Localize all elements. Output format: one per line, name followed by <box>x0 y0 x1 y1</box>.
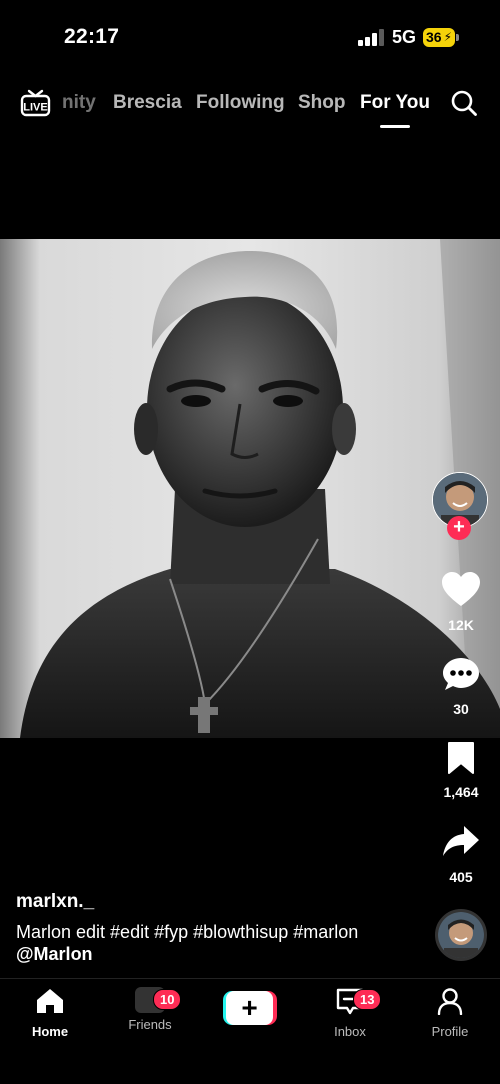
video-frame-image <box>0 239 500 738</box>
video-player[interactable] <box>0 239 500 738</box>
creator-username[interactable]: marlxn._ <box>16 891 94 913</box>
nav-profile[interactable]: Profile <box>410 987 490 1039</box>
nav-home[interactable]: Home <box>10 987 90 1039</box>
create-button[interactable]: + <box>223 991 277 1025</box>
network-type: 5G <box>392 27 417 47</box>
plus-icon: + <box>226 991 273 1025</box>
hashtag-marlon[interactable]: #marlon <box>293 922 358 942</box>
friends-badge: 10 <box>153 989 182 1010</box>
like-count: 12K <box>448 617 474 633</box>
like-button[interactable]: 12K <box>432 572 490 633</box>
status-bar: 22:17 5G 36 ⚡ <box>0 0 500 70</box>
cellular-signal-icon <box>358 29 384 46</box>
nav-inbox-label: Inbox <box>334 1024 366 1039</box>
nav-friends-label: Friends <box>128 1017 172 1032</box>
charging-bolt-icon: ⚡ <box>443 30 452 44</box>
heart-icon <box>442 572 480 606</box>
comment-count: 30 <box>453 701 469 717</box>
battery-icon: 36 ⚡ <box>423 28 455 47</box>
bookmark-button[interactable]: 1,464 <box>432 741 490 800</box>
tab-brescia[interactable]: Brescia <box>113 92 182 114</box>
nav-home-label: Home <box>31 1024 69 1039</box>
caption-text: Marlon edit <box>16 922 111 942</box>
bottom-navigation: Home Friends 10 + Inbox 13 Profile <box>0 978 500 1084</box>
share-arrow-icon <box>443 826 479 856</box>
share-button[interactable]: 405 <box>432 824 490 885</box>
tab-for-you[interactable]: For You <box>360 92 430 114</box>
status-time: 22:17 <box>64 25 120 48</box>
tiktok-feed-screen: 22:17 5G 36 ⚡ LIVE nity Brescia Followin… <box>0 0 500 1084</box>
post-caption: Marlon edit #edit #fyp #blowthisup #marl… <box>16 921 416 965</box>
battery-tip <box>456 34 459 41</box>
search-icon[interactable] <box>450 89 478 117</box>
home-icon <box>37 989 63 1013</box>
comment-bubble-icon <box>443 658 479 690</box>
hashtag-fyp[interactable]: #fyp <box>154 922 188 942</box>
nav-friends[interactable]: Friends 10 <box>110 987 190 1032</box>
mention-marlon[interactable]: @Marlon <box>16 944 93 964</box>
active-tab-indicator <box>380 125 410 128</box>
feed-tabs: nity Brescia Following Shop For You <box>62 92 438 122</box>
hashtag-edit[interactable]: #edit <box>110 922 149 942</box>
nav-profile-label: Profile <box>431 1024 469 1039</box>
creator-avatar-button[interactable]: + <box>432 472 488 542</box>
hashtag-blowthisup[interactable]: #blowthisup <box>193 922 288 942</box>
comment-button[interactable]: 30 <box>432 656 490 717</box>
bookmark-icon <box>448 742 474 774</box>
tab-community[interactable]: nity <box>62 92 96 114</box>
share-count: 405 <box>449 869 473 885</box>
battery-level: 36 <box>426 29 442 45</box>
profile-person-icon <box>437 988 463 1016</box>
nav-inbox[interactable]: Inbox 13 <box>310 987 390 1039</box>
inbox-badge: 13 <box>353 989 382 1010</box>
bookmark-count: 1,464 <box>443 784 479 800</box>
top-navigation: LIVE nity Brescia Following Shop For You <box>0 80 500 130</box>
tab-following[interactable]: Following <box>196 92 285 114</box>
follow-plus-icon[interactable]: + <box>447 516 471 540</box>
live-label: LIVE <box>23 102 47 114</box>
music-disc-icon[interactable] <box>435 909 487 961</box>
live-icon[interactable]: LIVE <box>20 88 51 118</box>
tab-shop[interactable]: Shop <box>298 92 346 114</box>
